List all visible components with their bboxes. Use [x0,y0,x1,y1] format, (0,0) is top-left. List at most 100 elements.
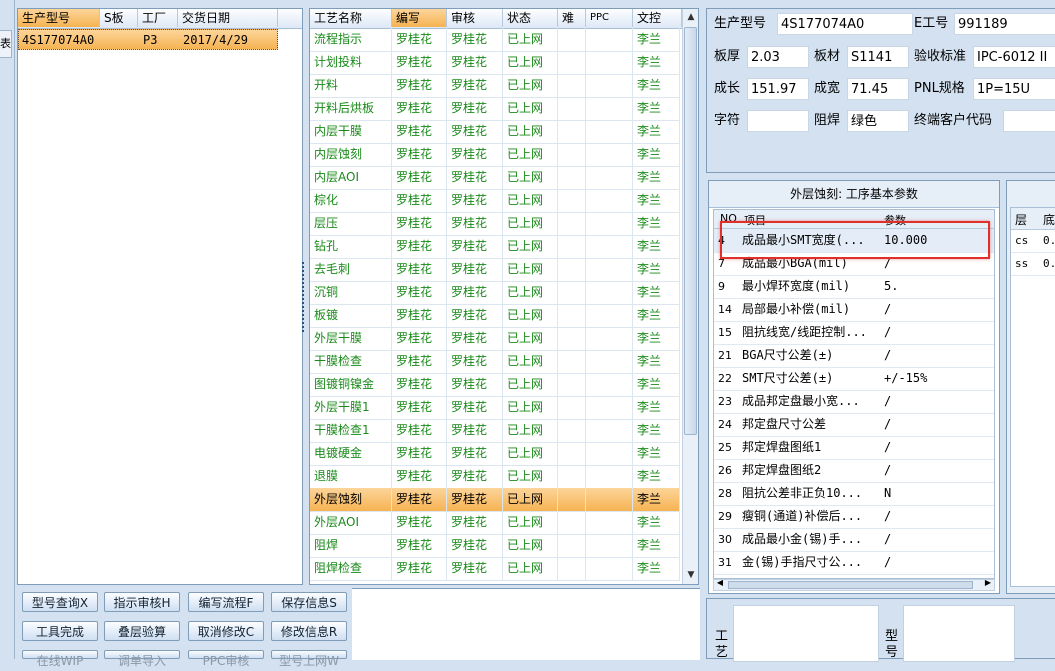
pnl-field[interactable]: 1P=15U [973,78,1055,100]
layer-row-cs[interactable]: cs 0. [1011,230,1055,253]
material-field[interactable]: S1141 [847,46,909,68]
param-row[interactable]: 26 邦定焊盘图纸2 / [714,459,994,483]
hscroll-thumb[interactable] [728,581,973,589]
process-row[interactable]: 开料 罗桂花 罗桂花 已上网 李兰 [310,74,680,98]
splitter-handle[interactable] [302,262,308,332]
process-row[interactable]: 图镀铜镍金 罗桂花 罗桂花 已上网 李兰 [310,373,680,397]
param-cell-param: +/-15% [884,371,928,385]
process-row[interactable]: 内层蚀刻 罗桂花 罗桂花 已上网 李兰 [310,143,680,167]
col-doc-control[interactable]: 文控 [633,9,682,27]
col-layer[interactable]: 层 [1015,211,1027,228]
process-cell-doc: 李兰 [633,304,680,327]
process-row[interactable]: 板镀 罗桂花 罗桂花 已上网 李兰 [310,304,680,328]
process-row[interactable]: 去毛刺 罗桂花 罗桂花 已上网 李兰 [310,258,680,282]
process-row[interactable]: 退膜 罗桂花 罗桂花 已上网 李兰 [310,465,680,489]
process-row[interactable]: 干膜检查1 罗桂花 罗桂花 已上网 李兰 [310,419,680,443]
process-cell-writer: 罗桂花 [392,373,447,396]
standard-field[interactable]: IPC-6012 II [973,46,1055,68]
process-row[interactable]: 流程指示 罗桂花 罗桂花 已上网 李兰 [310,28,680,52]
model-field[interactable]: 4S177074A0 [777,13,913,35]
action-button[interactable]: 工具完成 [22,621,98,641]
process-cell-reviewer: 罗桂花 [447,350,503,373]
process-cell-doc: 李兰 [633,488,680,511]
action-button[interactable]: PPC审核 [188,650,264,668]
col-process-name[interactable]: 工艺名称 [310,9,392,27]
action-button[interactable]: 保存信息S [271,592,347,612]
col-status[interactable]: 状态 [503,9,558,27]
action-button[interactable]: 修改信息R [271,621,347,641]
process-row[interactable]: 内层干膜 罗桂花 罗桂花 已上网 李兰 [310,120,680,144]
scroll-right-icon[interactable]: ▶ [982,578,994,587]
param-row[interactable]: 9 最小焊环宽度(mil) 5. [714,275,994,299]
process-row[interactable]: 开料后烘板 罗桂花 罗桂花 已上网 李兰 [310,97,680,121]
process-row[interactable]: 外层干膜1 罗桂花 罗桂花 已上网 李兰 [310,396,680,420]
param-row[interactable]: 14 局部最小补偿(mil) / [714,298,994,322]
param-row[interactable]: 31 金(锡)手指尺寸公... / [714,551,994,575]
param-cell-param: N [884,486,892,500]
process-row[interactable]: 外层AOI 罗桂花 罗桂花 已上网 李兰 [310,511,680,535]
process-row[interactable]: 阻焊检查 罗桂花 罗桂花 已上网 李兰 [310,557,680,581]
action-button[interactable]: 编写流程F [188,592,264,612]
action-button[interactable]: 指示审核H [104,592,180,612]
col-difficulty[interactable]: 难 [558,9,586,27]
left-edge-strip [0,0,15,659]
model-row[interactable]: 4S177074A0 P3 2017/4/29 [18,29,278,50]
param-row[interactable]: 23 成品邦定盘最小宽... / [714,390,994,414]
process-scrollbar[interactable]: ▲ ▼ [682,9,698,584]
process-row[interactable]: 阻焊 罗桂花 罗桂花 已上网 李兰 [310,534,680,558]
thickness-field[interactable]: 2.03 [747,46,809,68]
process-cell-doc: 李兰 [633,419,680,442]
col-bottom[interactable]: 底 [1043,211,1055,228]
process-row[interactable]: 外层干膜 罗桂花 罗桂花 已上网 李兰 [310,327,680,351]
process-row[interactable]: 棕化 罗桂花 罗桂花 已上网 李兰 [310,189,680,213]
action-button[interactable]: 调单导入 [104,650,180,668]
customer-field[interactable] [1003,110,1055,132]
process-row[interactable]: 钻孔 罗桂花 罗桂花 已上网 李兰 [310,235,680,259]
process-row[interactable]: 沉铜 罗桂花 罗桂花 已上网 李兰 [310,281,680,305]
col-s-board[interactable]: S板 [100,9,138,27]
scroll-up-icon[interactable]: ▲ [683,9,699,25]
scroll-down-icon[interactable]: ▼ [683,567,699,583]
param-hscroll[interactable]: ◀ ▶ [713,578,995,591]
mask-field[interactable]: 绿色 [847,110,909,132]
scroll-thumb[interactable] [684,27,697,435]
process-row[interactable]: 层压 罗桂花 罗桂花 已上网 李兰 [310,212,680,236]
param-row[interactable]: 15 阻抗线宽/线距控制... / [714,321,994,345]
process-cell-ppc [586,534,633,557]
param-row[interactable]: 21 BGA尺寸公差(±) / [714,344,994,368]
action-button[interactable]: 型号查询X [22,592,98,612]
param-row[interactable]: 30 成品最小金(锡)手... / [714,528,994,552]
layer-row-ss[interactable]: ss 0. [1011,253,1055,276]
width-field[interactable]: 71.45 [847,78,909,100]
param-row[interactable]: 25 邦定焊盘图纸1 / [714,436,994,460]
model-label-bottom: 型号 [885,629,899,660]
col-writer[interactable]: 编写 [392,9,447,27]
param-cell-item: 阻抗线宽/线距控制... [742,325,867,339]
process-cell-doc: 李兰 [633,465,680,488]
scroll-left-icon[interactable]: ◀ [714,578,726,587]
param-row[interactable]: 22 SMT尺寸公差(±) +/-15% [714,367,994,391]
process-row[interactable]: 干膜检查 罗桂花 罗桂花 已上网 李兰 [310,350,680,374]
e-number-field[interactable]: 991189 [954,13,1055,35]
process-row[interactable]: 外层蚀刻 罗桂花 罗桂花 已上网 李兰 [310,488,680,512]
col-delivery-date[interactable]: 交货日期 [178,9,278,27]
process-row[interactable]: 电镀硬金 罗桂花 罗桂花 已上网 李兰 [310,442,680,466]
param-row[interactable]: 29 瘦铜(通道)补偿后... / [714,505,994,529]
action-button[interactable]: 型号上网W [271,650,347,668]
char-field[interactable] [747,110,809,132]
length-field[interactable]: 151.97 [747,78,809,100]
layer-val: 0. [1043,257,1055,270]
process-row[interactable]: 计划投料 罗桂花 罗桂花 已上网 李兰 [310,51,680,75]
param-row[interactable]: 28 阻抗公差非正负10... N [714,482,994,506]
action-button[interactable]: 在线WIP [22,650,98,668]
process-cell-difficulty [558,74,586,97]
process-row[interactable]: 内层AOI 罗桂花 罗桂花 已上网 李兰 [310,166,680,190]
col-factory[interactable]: 工厂 [138,9,178,27]
col-reviewer[interactable]: 审核 [447,9,503,27]
side-tab[interactable]: 表 [0,30,12,58]
param-row[interactable]: 24 邦定盘尺寸公差 / [714,413,994,437]
action-button[interactable]: 取消修改C [188,621,264,641]
action-button[interactable]: 叠层验算 [104,621,180,641]
col-ppc[interactable]: PPC [586,9,633,27]
col-model[interactable]: 生产型号 [18,9,100,27]
